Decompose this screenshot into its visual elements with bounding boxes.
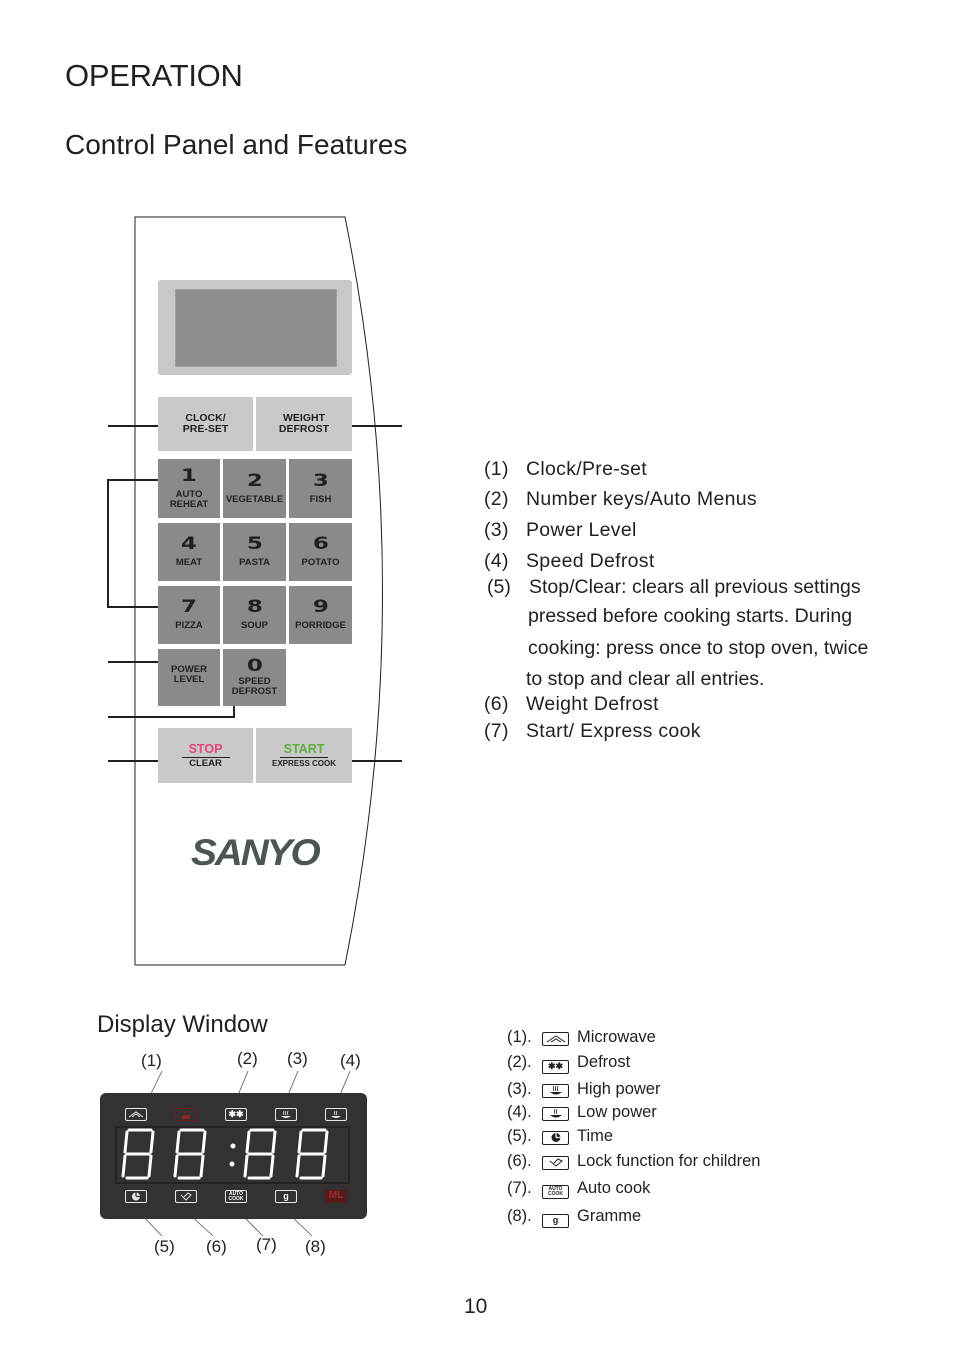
callout-label: (6) (206, 1237, 227, 1256)
lcd-segment (243, 1154, 249, 1178)
lcd-segment (323, 1130, 329, 1154)
lcd-segment (121, 1154, 127, 1178)
cook-text: COOK (228, 1196, 244, 1202)
legend-number: (8). (507, 1207, 532, 1225)
legend-number: (6). (507, 1152, 532, 1170)
callout-label: (3) (287, 1049, 308, 1068)
time-icon (542, 1131, 569, 1145)
callout-label: (4) (340, 1051, 361, 1070)
lcd-segment (199, 1154, 205, 1178)
legend-item: (2). ✱✱ Defrost (507, 1053, 630, 1074)
lcd-digit-8 (173, 1128, 207, 1180)
lcd-segment (295, 1154, 301, 1178)
low-power-icon (542, 1107, 569, 1121)
legend-text: Defrost (577, 1053, 631, 1071)
legend-text: High power (577, 1080, 661, 1098)
auto-cook-icon: AUTO COOK (542, 1185, 569, 1199)
child-lock-icon (175, 1190, 197, 1203)
legend-item: (6). Lock function for children (507, 1152, 760, 1171)
callout-label: (8) (305, 1237, 326, 1256)
legend-item: (8). g Gramme (507, 1207, 641, 1228)
lcd-segment (245, 1130, 251, 1154)
callout-label: (5) (154, 1237, 175, 1256)
gramme-icon: g (275, 1190, 297, 1203)
page-number: 10 (464, 1295, 488, 1318)
time-icon (125, 1190, 147, 1203)
legend-number: (7). (507, 1179, 532, 1197)
legend-number: (2). (507, 1053, 532, 1071)
legend-text: Low power (577, 1103, 657, 1121)
child-lock-icon (542, 1156, 569, 1170)
lcd-segment (297, 1130, 303, 1154)
lcd-digit-8 (295, 1128, 329, 1180)
callout-label: (1) (141, 1051, 162, 1070)
high-power-icon (542, 1084, 569, 1098)
lcd-digit-8 (243, 1128, 277, 1180)
callout-label: (7) (256, 1235, 277, 1254)
low-power-icon (325, 1108, 347, 1121)
colon-dot-top (230, 1143, 236, 1149)
lcd-segment (269, 1154, 275, 1178)
legend-text: Time (577, 1127, 614, 1145)
lcd-digits (121, 1128, 329, 1180)
legend-item: (7). AUTO COOK Auto cook (507, 1179, 650, 1199)
legend-number: (5). (507, 1127, 532, 1145)
legend-text: Lock function for children (577, 1152, 761, 1170)
gramme-icon: g (542, 1214, 569, 1228)
grill-icon (175, 1108, 197, 1121)
legend-text: Auto cook (577, 1179, 651, 1197)
auto-cook-icon: AUTO COOK (225, 1190, 247, 1203)
lcd-segment (147, 1154, 153, 1178)
lcd-segment (175, 1130, 181, 1154)
microwave-icon (125, 1108, 147, 1121)
lcd-segment (321, 1154, 327, 1178)
legend-item: (4). Low power (507, 1103, 657, 1122)
legend-text: Microwave (577, 1028, 656, 1046)
legend-number: (3). (507, 1080, 532, 1098)
legend-text: Gramme (577, 1207, 642, 1225)
lcd-segment (271, 1130, 277, 1154)
lcd-segment (149, 1130, 155, 1154)
legend-item: (5). Time (507, 1127, 613, 1146)
legend-item: (1). Microwave (507, 1028, 656, 1047)
lcd-segment (173, 1154, 179, 1178)
lcd-segment (123, 1130, 129, 1154)
callout-label: (2) (237, 1049, 258, 1068)
high-power-icon (275, 1108, 297, 1121)
defrost-icon: ✱✱ (542, 1060, 569, 1074)
lcd-segment (201, 1130, 207, 1154)
legend-item: (3). High power (507, 1080, 660, 1099)
defrost-icon: ✱✱ (225, 1108, 247, 1121)
colon-dot-bottom (229, 1161, 235, 1167)
legend-number: (1). (507, 1028, 532, 1046)
lcd-digit-8 (121, 1128, 155, 1180)
microwave-icon (542, 1032, 569, 1046)
ml-icon: ML (325, 1190, 347, 1203)
legend-number: (4). (507, 1103, 532, 1121)
